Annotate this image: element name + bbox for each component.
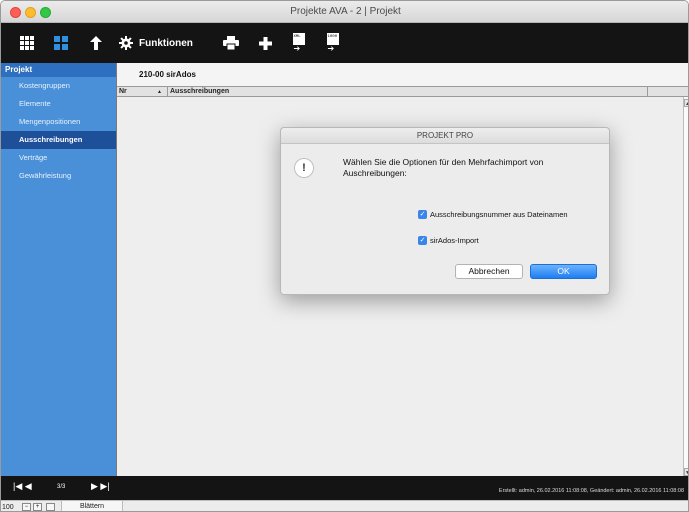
toolbar: Funktionen XML ➔ 1000 ➔	[1, 23, 688, 63]
sidebar-item-vertraege[interactable]: Verträge	[1, 149, 116, 167]
xml-import-icon: XML ➔	[292, 33, 306, 53]
project-header: 210-00 sirAdos	[117, 63, 688, 87]
alert-icon: !	[294, 158, 314, 178]
zoom-level: 100	[2, 504, 14, 511]
document-import-button[interactable]: 1000 ➔	[323, 23, 343, 63]
ok-button[interactable]: OK	[530, 264, 597, 279]
first-record-icon[interactable]: |◀ ◀	[13, 481, 32, 492]
gear-icon	[119, 36, 133, 50]
scroll-up-icon[interactable]: ▲	[684, 99, 688, 107]
sidebar-item-gewaehrleistung[interactable]: Gewährleistung	[1, 167, 116, 185]
printer-icon	[223, 36, 239, 50]
zoom-out-icon[interactable]: −	[22, 503, 31, 511]
sidebar-header: Projekt	[1, 63, 116, 77]
checkbox-checked-icon[interactable]: ✓	[418, 209, 427, 219]
record-metadata: Erstellt: admin, 26.02.2016 11:08:08, Ge…	[498, 488, 684, 494]
option-label: sirAdos-Import	[430, 235, 479, 245]
print-button[interactable]	[220, 23, 242, 63]
title-bar: Projekte AVA - 2 | Projekt	[1, 1, 688, 23]
dialog-message: Wählen Sie die Optionen für den Mehrfach…	[343, 157, 544, 178]
functions-label: Funktionen	[139, 37, 193, 49]
last-record-icon[interactable]: ▶ ▶|	[91, 481, 110, 492]
column-nr[interactable]: Nr	[119, 87, 127, 97]
dialog-title: PROJEKT PRO	[281, 128, 609, 144]
add-button[interactable]	[255, 23, 275, 63]
plus-icon	[258, 36, 272, 50]
xml-import-button[interactable]: XML ➔	[289, 23, 309, 63]
tiles-icon	[54, 36, 68, 50]
zoom-in-icon[interactable]: +	[33, 503, 42, 511]
sidebar-item-elemente[interactable]: Elemente	[1, 95, 116, 113]
table-header: Nr ▲ Ausschreibungen	[117, 87, 688, 97]
bottom-bar: 100 − + Blättern	[1, 500, 688, 511]
sidebar: Projekt Kostengruppen Elemente Mengenpos…	[1, 63, 116, 476]
up-button[interactable]	[85, 23, 107, 63]
layout-mode-icon[interactable]	[46, 503, 55, 511]
window-title: Projekte AVA - 2 | Projekt	[290, 6, 401, 17]
tile-view-button[interactable]	[49, 23, 73, 63]
functions-button[interactable]: Funktionen	[119, 23, 199, 63]
sidebar-item-mengenpositionen[interactable]: Mengenpositionen	[1, 113, 116, 131]
scroll-down-icon[interactable]: ▼	[684, 468, 688, 476]
sidebar-item-kostengruppen[interactable]: Kostengruppen	[1, 77, 116, 95]
sidebar-item-ausschreibungen[interactable]: Ausschreibungen	[1, 131, 116, 149]
record-counter: 3/3	[57, 484, 66, 490]
app-window: Projekte AVA - 2 | Projekt Funktionen XM…	[0, 0, 689, 512]
document-import-icon: 1000 ➔	[326, 33, 339, 53]
column-ausschreibungen[interactable]: Ausschreibungen	[167, 87, 229, 97]
status-bar: |◀ ◀ 3/3 ▶ ▶| Erstellt: admin, 26.02.201…	[1, 476, 688, 500]
checkbox-checked-icon[interactable]: ✓	[418, 235, 427, 245]
column-divider	[647, 87, 648, 97]
vertical-scrollbar[interactable]: ▲ ▼	[683, 97, 688, 476]
option-siraos-import[interactable]: ✓ sirAdos-Import	[418, 235, 479, 245]
arrow-up-icon	[90, 36, 102, 50]
browse-mode-button[interactable]: Blättern	[61, 501, 123, 511]
option-label: Ausschreibungsnummer aus Dateinamen	[430, 209, 568, 219]
grid-view-button[interactable]	[15, 23, 39, 63]
cancel-button[interactable]: Abbrechen	[455, 264, 523, 279]
sort-ascending-icon[interactable]: ▲	[157, 87, 162, 97]
import-options-dialog: PROJEKT PRO ! Wählen Sie die Optionen fü…	[280, 127, 610, 295]
grid-icon	[20, 36, 34, 50]
option-filename-number[interactable]: ✓ Ausschreibungsnummer aus Dateinamen	[418, 209, 568, 219]
